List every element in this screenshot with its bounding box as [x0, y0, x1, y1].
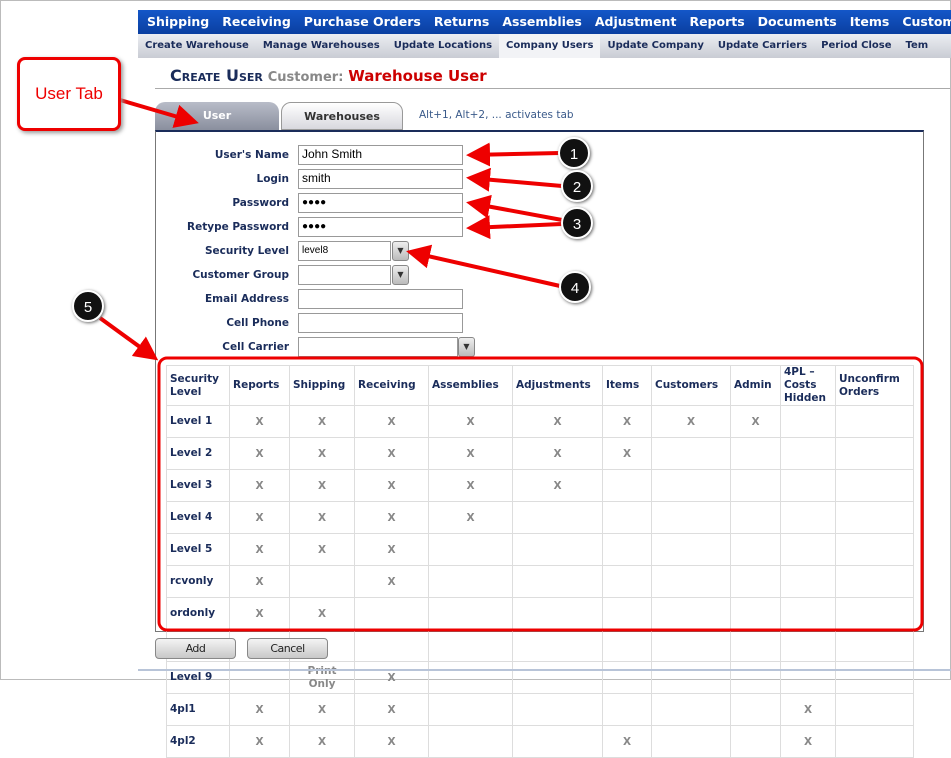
table-row: 4pl1 X X X X	[166, 693, 914, 726]
permission-cell: X	[289, 725, 355, 758]
permission-cell	[602, 693, 652, 726]
permission-cell	[835, 725, 914, 758]
callout-number: 1	[558, 137, 590, 169]
arrow	[406, 244, 561, 288]
arrow	[98, 316, 159, 361]
permission-cell	[730, 725, 781, 758]
permission-cell: X	[289, 693, 355, 726]
permission-cell	[512, 693, 603, 726]
permission-cell: X	[229, 725, 290, 758]
arrow	[466, 215, 563, 240]
arrow	[466, 142, 561, 167]
user-tab-callout: User Tab	[17, 57, 121, 131]
permission-cell: X	[602, 725, 652, 758]
table-highlight	[157, 356, 924, 632]
permission-cell: X	[780, 693, 836, 726]
permission-cell: X	[780, 725, 836, 758]
arrow	[466, 194, 563, 222]
permission-cell	[835, 693, 914, 726]
annotation-overlay	[98, 98, 924, 632]
callout-number: 3	[561, 207, 593, 239]
callout-number: 2	[561, 170, 593, 202]
arrow	[466, 167, 563, 192]
table-row: 4pl2 X X X X X	[166, 725, 914, 758]
permission-cell	[651, 693, 731, 726]
callout-number: 4	[559, 271, 591, 303]
arrow	[119, 98, 199, 128]
permission-cell	[512, 725, 603, 758]
permission-cell	[428, 693, 513, 726]
security-level-name: 4pl2	[166, 725, 230, 758]
permission-cell: X	[229, 693, 290, 726]
permission-cell: X	[354, 693, 429, 726]
permission-cell	[651, 725, 731, 758]
permission-cell	[428, 725, 513, 758]
security-level-name: 4pl1	[166, 693, 230, 726]
callout-number: 5	[72, 290, 104, 322]
permission-cell: X	[354, 725, 429, 758]
permission-cell	[730, 693, 781, 726]
